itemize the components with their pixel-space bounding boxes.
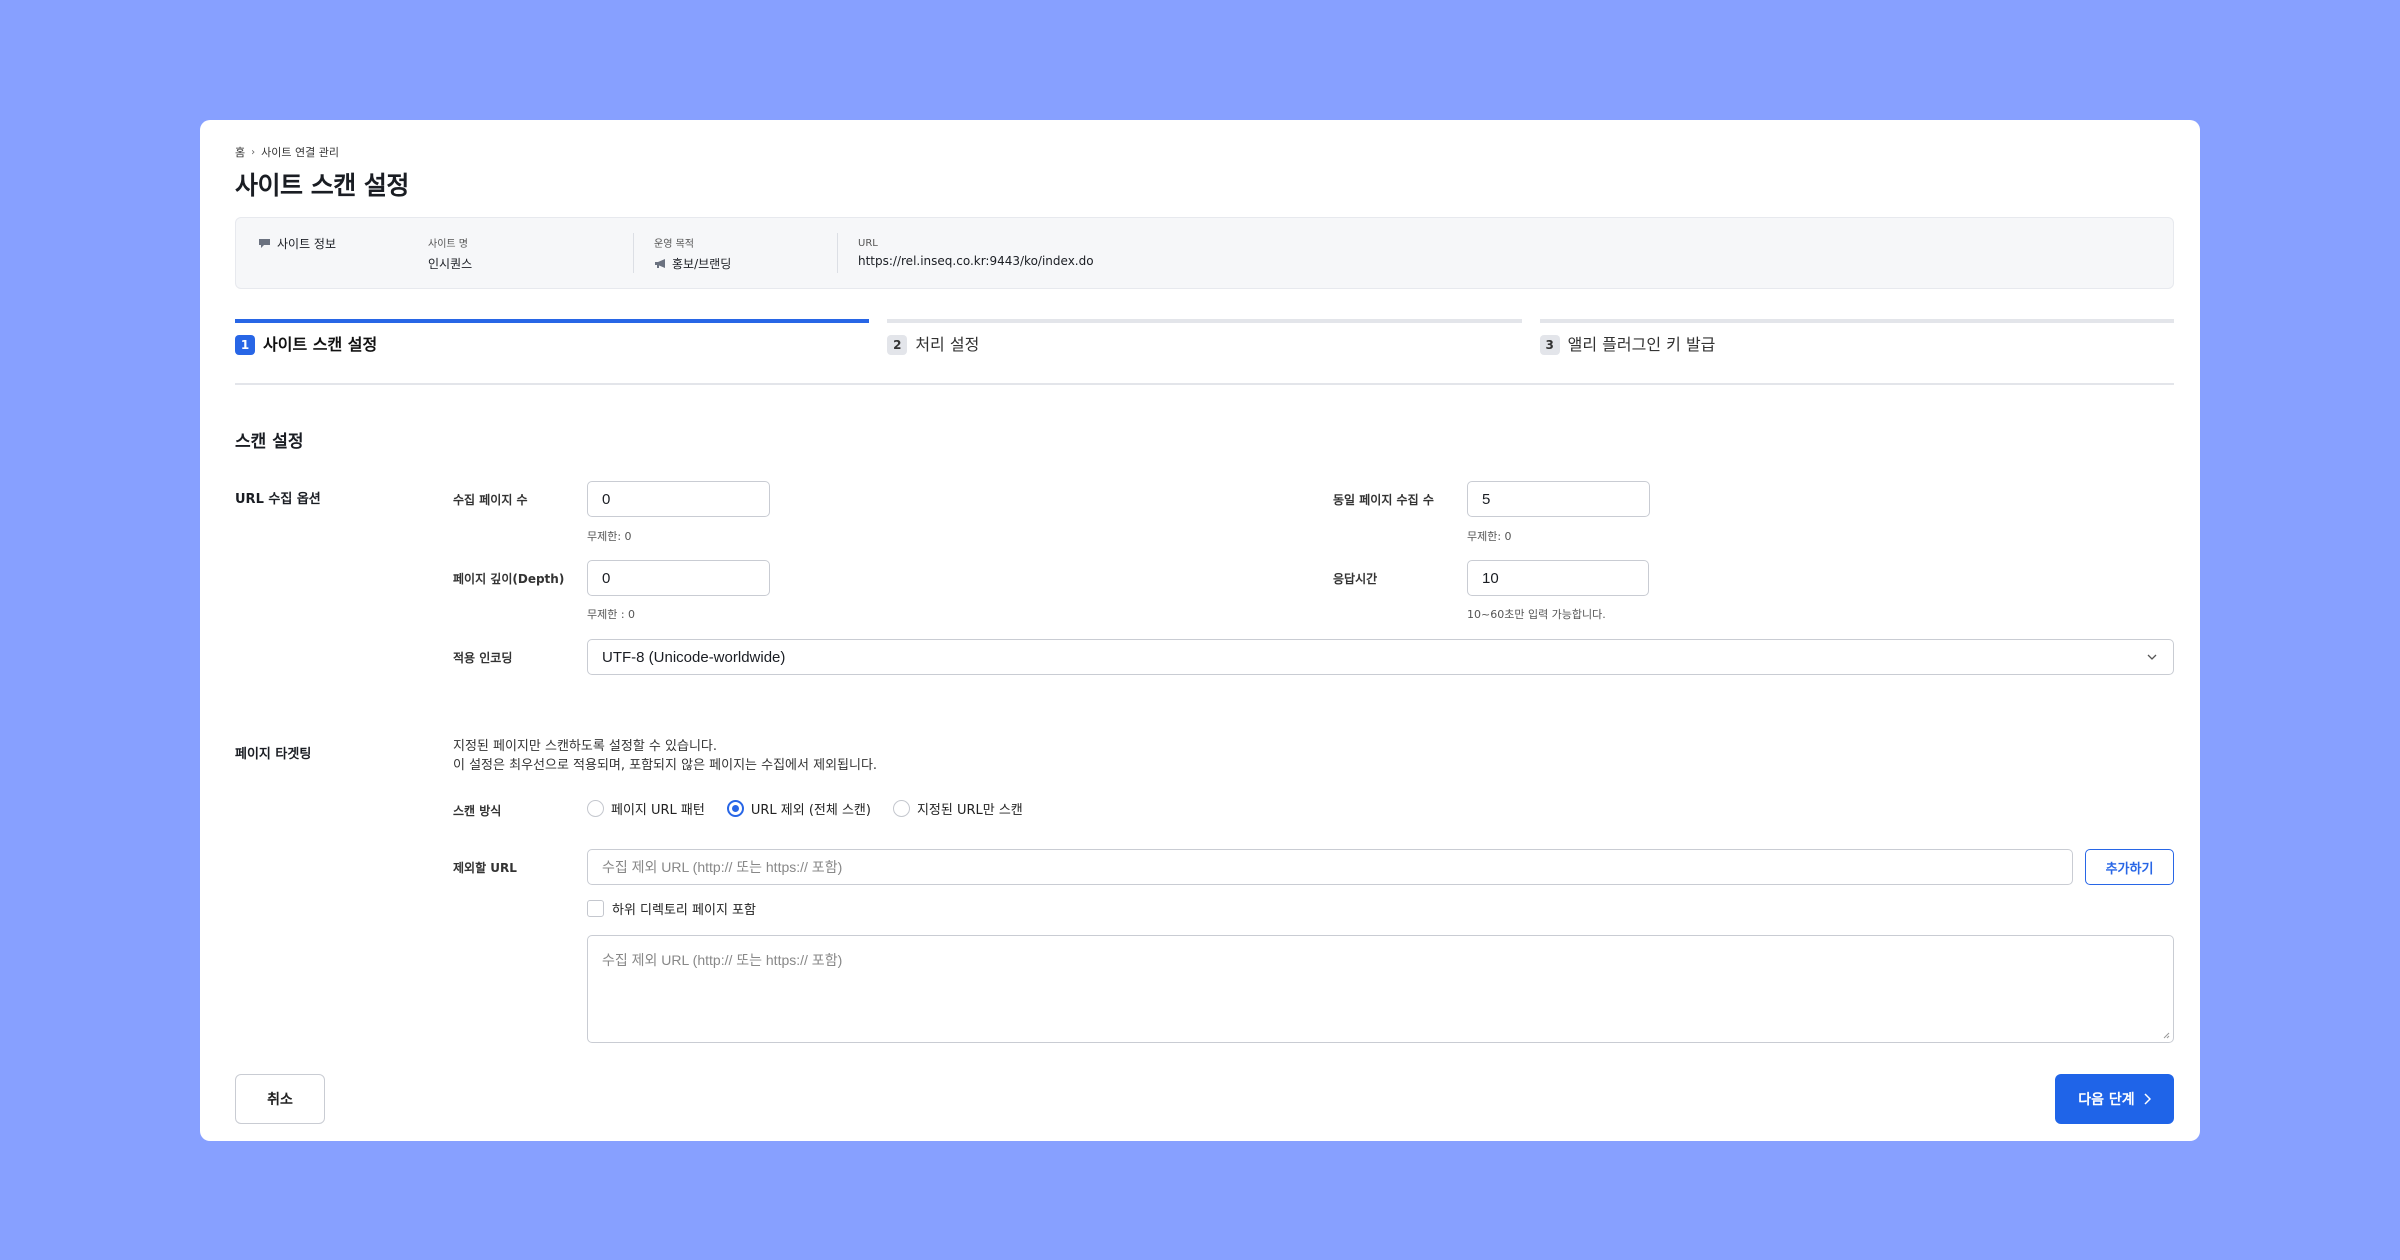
- exclude-url-textarea[interactable]: 수집 제외 URL (http:// 또는 https:// 포함): [587, 935, 2174, 1043]
- step-2[interactable]: 2 처리 설정: [887, 319, 1522, 383]
- step-1-number: 1: [235, 335, 255, 355]
- page-title: 사이트 스캔 설정: [235, 171, 409, 200]
- resize-grip-icon[interactable]: [2162, 1031, 2170, 1039]
- timeout-input[interactable]: 10: [1467, 560, 1649, 596]
- url-label: URL: [858, 238, 878, 249]
- chevron-down-icon: [2147, 654, 2157, 660]
- subdir-checkbox[interactable]: [587, 900, 604, 917]
- megaphone-icon: [655, 258, 665, 268]
- depth-label: 페이지 깊이(Depth): [453, 572, 565, 586]
- step-3-label: 앨리 플러그인 키 발급: [1567, 335, 1716, 354]
- site-name-value: 인시퀀스: [428, 256, 473, 271]
- radio-url-pattern-label: 페이지 URL 패턴: [611, 803, 705, 818]
- encoding-selected-value: UTF-8 (Unicode-worldwide): [602, 648, 786, 666]
- site-info-heading: 사이트 정보: [258, 235, 428, 252]
- scan-section-title: 스캔 설정: [235, 432, 304, 452]
- targeting-desc-line-1: 지정된 페이지만 스캔하도록 설정할 수 있습니다.: [453, 739, 717, 754]
- targeting-desc-line-2: 이 설정은 최우선으로 적용되며, 포함되지 않은 페이지는 수집에서 제외됩니…: [453, 758, 878, 773]
- purpose-label: 운영 목적: [654, 238, 694, 250]
- step-1-label: 사이트 스캔 설정: [263, 335, 378, 354]
- targeting-description: 지정된 페이지만 스캔하도록 설정할 수 있습니다. 이 설정은 최우선으로 적…: [453, 737, 877, 775]
- collect-pages-help: 무제한: 0: [587, 530, 632, 543]
- site-name-field: 사이트 명 인시퀀스: [428, 233, 633, 273]
- encoding-select[interactable]: UTF-8 (Unicode-worldwide): [587, 639, 2174, 675]
- same-page-label: 동일 페이지 수집 수: [1333, 493, 1434, 507]
- exclude-url-input[interactable]: 수집 제외 URL (http:// 또는 https:// 포함): [587, 849, 2073, 885]
- radio-url-pattern[interactable]: 페이지 URL 패턴: [587, 799, 705, 818]
- stepper: 1 사이트 스캔 설정 2 처리 설정 3 앨리 플러그인 키 발급: [235, 319, 2174, 385]
- radio-url-exclude[interactable]: URL 제외 (전체 스캔): [726, 799, 871, 818]
- cancel-button[interactable]: 취소: [235, 1074, 325, 1124]
- url-value[interactable]: https://rel.inseq.co.kr:9443/ko/index.do: [858, 254, 1094, 268]
- next-step-label: 다음 단계: [2078, 1092, 2135, 1108]
- purpose-field: 운영 목적 홍보/브랜딩: [633, 233, 837, 273]
- collect-pages-label: 수집 페이지 수: [453, 493, 528, 507]
- next-step-button[interactable]: 다음 단계: [2055, 1074, 2174, 1124]
- scan-mode-label: 스캔 방식: [453, 804, 502, 818]
- scan-settings-card: 홈 › 사이트 연결 관리 사이트 스캔 설정 사이트 정보 사이트 명 인시퀀…: [200, 120, 2200, 1141]
- breadcrumb: 홈 › 사이트 연결 관리: [235, 144, 2174, 160]
- exclude-url-label: 제외할 URL: [453, 861, 517, 875]
- chevron-right-icon: ›: [251, 146, 256, 158]
- subdir-checkbox-row[interactable]: 하위 디렉토리 페이지 포함: [587, 899, 756, 918]
- timeout-help: 10~60초만 입력 가능합니다.: [1467, 608, 1606, 621]
- depth-help: 무제한 : 0: [587, 608, 636, 621]
- step-2-number: 2: [887, 335, 908, 355]
- step-1[interactable]: 1 사이트 스캔 설정: [235, 319, 870, 383]
- subdir-checkbox-label: 하위 디렉토리 페이지 포함: [612, 903, 756, 918]
- url-options-label: URL 수집 옵션: [235, 492, 321, 507]
- encoding-label: 적용 인코딩: [453, 651, 513, 665]
- purpose-value-row: 홍보/브랜딩: [654, 255, 837, 272]
- textarea-placeholder: 수집 제외 URL (http:// 또는 https:// 포함): [602, 952, 843, 968]
- radio-specified-url-dot[interactable]: [892, 800, 910, 817]
- depth-input[interactable]: 0: [587, 560, 770, 596]
- radio-specified-url-label: 지정된 URL만 스캔: [916, 803, 1023, 818]
- step-3-number: 3: [1539, 335, 1560, 355]
- radio-specified-url[interactable]: 지정된 URL만 스캔: [892, 799, 1023, 818]
- step-3[interactable]: 3 앨리 플러그인 키 발급: [1539, 319, 2174, 383]
- same-page-input[interactable]: 5: [1467, 481, 1650, 517]
- site-info-heading-label: 사이트 정보: [277, 236, 337, 251]
- speech-bubble-icon: [259, 238, 270, 248]
- url-field: URL https://rel.inseq.co.kr:9443/ko/inde…: [837, 233, 1094, 273]
- site-info-panel: 사이트 정보 사이트 명 인시퀀스 운영 목적 홍보/브랜딩 URL https…: [235, 217, 2174, 289]
- breadcrumb-home[interactable]: 홈: [235, 144, 245, 160]
- chevron-right-icon: [2144, 1093, 2151, 1105]
- timeout-label: 응답시간: [1333, 572, 1378, 586]
- radio-url-exclude-label: URL 제외 (전체 스캔): [750, 803, 871, 818]
- same-page-help: 무제한: 0: [1467, 530, 1512, 543]
- radio-url-pattern-dot[interactable]: [587, 800, 604, 817]
- step-2-label: 처리 설정: [915, 335, 980, 354]
- site-name-label: 사이트 명: [428, 238, 468, 250]
- breadcrumb-current[interactable]: 사이트 연결 관리: [261, 144, 339, 160]
- radio-url-exclude-dot[interactable]: [726, 800, 744, 817]
- page-targeting-label: 페이지 타겟팅: [235, 747, 312, 762]
- purpose-value: 홍보/브랜딩: [672, 256, 732, 271]
- collect-pages-input[interactable]: 0: [587, 481, 770, 517]
- scan-mode-radio-group: 페이지 URL 패턴 URL 제외 (전체 스캔) 지정된 URL만 스캔: [587, 799, 1023, 818]
- add-url-button[interactable]: 추가하기: [2085, 849, 2174, 885]
